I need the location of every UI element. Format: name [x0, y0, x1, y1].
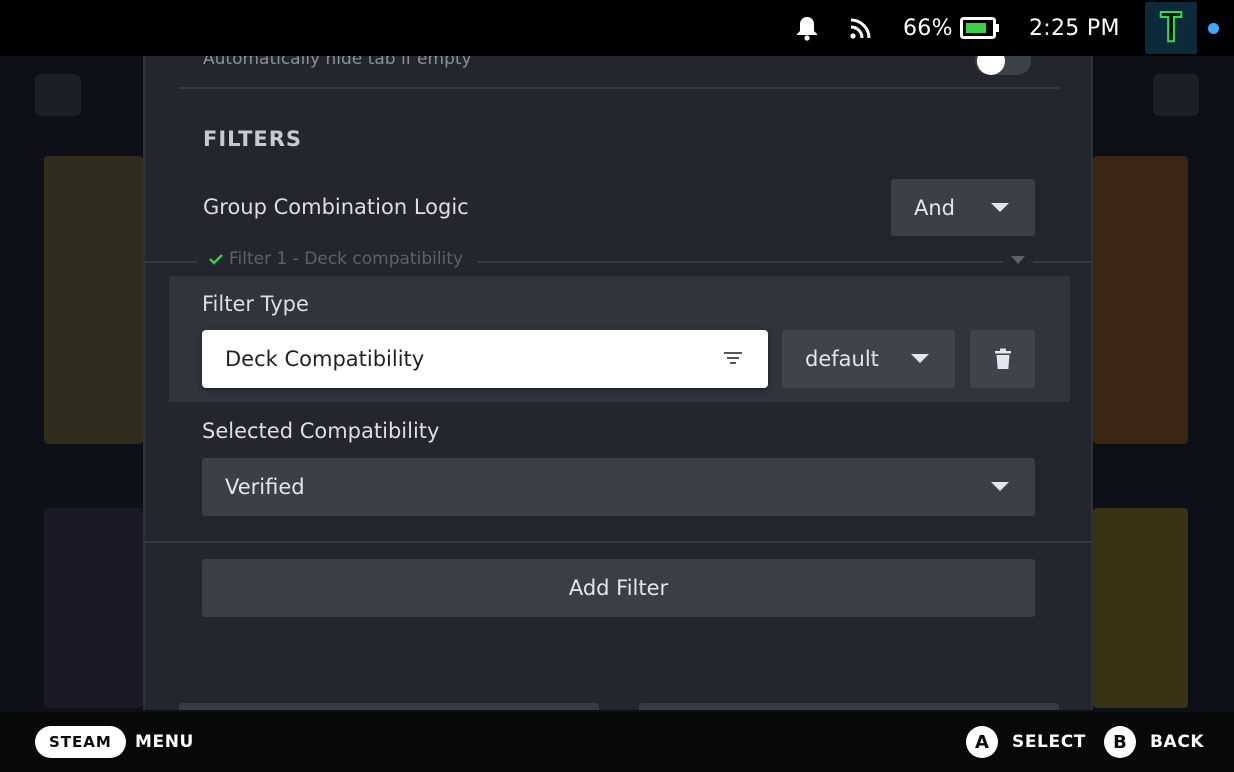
- auto-hide-label: Automatically hide tab if empty: [203, 56, 472, 69]
- lb-button-hint: [35, 74, 81, 116]
- trash-icon: [994, 348, 1011, 369]
- toggle-knob: [977, 56, 1005, 75]
- check-icon: [209, 254, 223, 265]
- game-tile: [1093, 508, 1188, 708]
- divider: [179, 87, 1059, 89]
- button-hint-bar: STEAM MENU A SELECT B BACK: [0, 712, 1234, 772]
- add-filter-button[interactable]: Add Filter: [202, 559, 1035, 617]
- selected-compat-value: Verified: [225, 475, 305, 499]
- clock: 2:25 PM: [1029, 15, 1120, 41]
- mode-dropdown[interactable]: default: [782, 330, 955, 388]
- chevron-down-icon: [991, 482, 1009, 491]
- avatar[interactable]: T: [1145, 2, 1197, 54]
- avatar-letter: T: [1158, 4, 1184, 52]
- rb-button-hint: [1153, 74, 1199, 116]
- a-button-icon[interactable]: A: [966, 726, 998, 758]
- menu-label: MENU: [135, 732, 194, 752]
- collapse-caret-icon[interactable]: [1011, 256, 1025, 264]
- filter1-legend-label: Filter 1 - Deck compatibility: [229, 249, 463, 269]
- filter-type-label: Filter Type: [202, 292, 309, 316]
- legend-rule-right: [1033, 261, 1091, 263]
- bell-icon[interactable]: [796, 0, 818, 56]
- legend-rule-left: [145, 261, 197, 263]
- notification-dot: [1208, 23, 1219, 34]
- footer-button[interactable]: [179, 703, 599, 710]
- legend-rule-middle: [478, 261, 1003, 263]
- select-label: SELECT: [1012, 732, 1086, 752]
- status-bar: 66% 2:25 PM T: [0, 0, 1234, 56]
- battery-percent: 66%: [903, 15, 953, 41]
- filter1-legend[interactable]: Filter 1 - Deck compatibility: [203, 249, 469, 269]
- selected-compat-label: Selected Compatibility: [202, 419, 440, 443]
- footer-button[interactable]: [639, 703, 1059, 710]
- filter-icon: [724, 352, 742, 364]
- battery-icon[interactable]: [960, 0, 1000, 56]
- mode-value: default: [805, 347, 879, 371]
- section-title-filters: FILTERS: [203, 127, 303, 151]
- game-tile: [44, 156, 143, 444]
- selected-compat-dropdown[interactable]: Verified: [202, 458, 1035, 516]
- game-tile: [44, 508, 143, 708]
- steam-button[interactable]: STEAM: [35, 726, 126, 758]
- auto-hide-toggle[interactable]: [975, 56, 1031, 75]
- game-tile: [1093, 156, 1188, 444]
- chevron-down-icon: [911, 354, 929, 363]
- filter-type-field[interactable]: Deck Compatibility: [202, 330, 768, 388]
- back-label: BACK: [1150, 732, 1205, 752]
- group-logic-label: Group Combination Logic: [203, 195, 469, 219]
- b-button-icon[interactable]: B: [1104, 726, 1136, 758]
- chevron-down-icon: [991, 203, 1009, 212]
- group-logic-value: And: [914, 195, 956, 220]
- divider: [145, 541, 1091, 543]
- filter-type-value: Deck Compatibility: [225, 347, 425, 371]
- wifi-icon[interactable]: [849, 0, 873, 56]
- delete-filter-button[interactable]: [970, 330, 1035, 388]
- tab-settings-modal: Automatically hide tab if empty FILTERS …: [143, 56, 1093, 710]
- group-logic-dropdown[interactable]: And: [891, 179, 1035, 236]
